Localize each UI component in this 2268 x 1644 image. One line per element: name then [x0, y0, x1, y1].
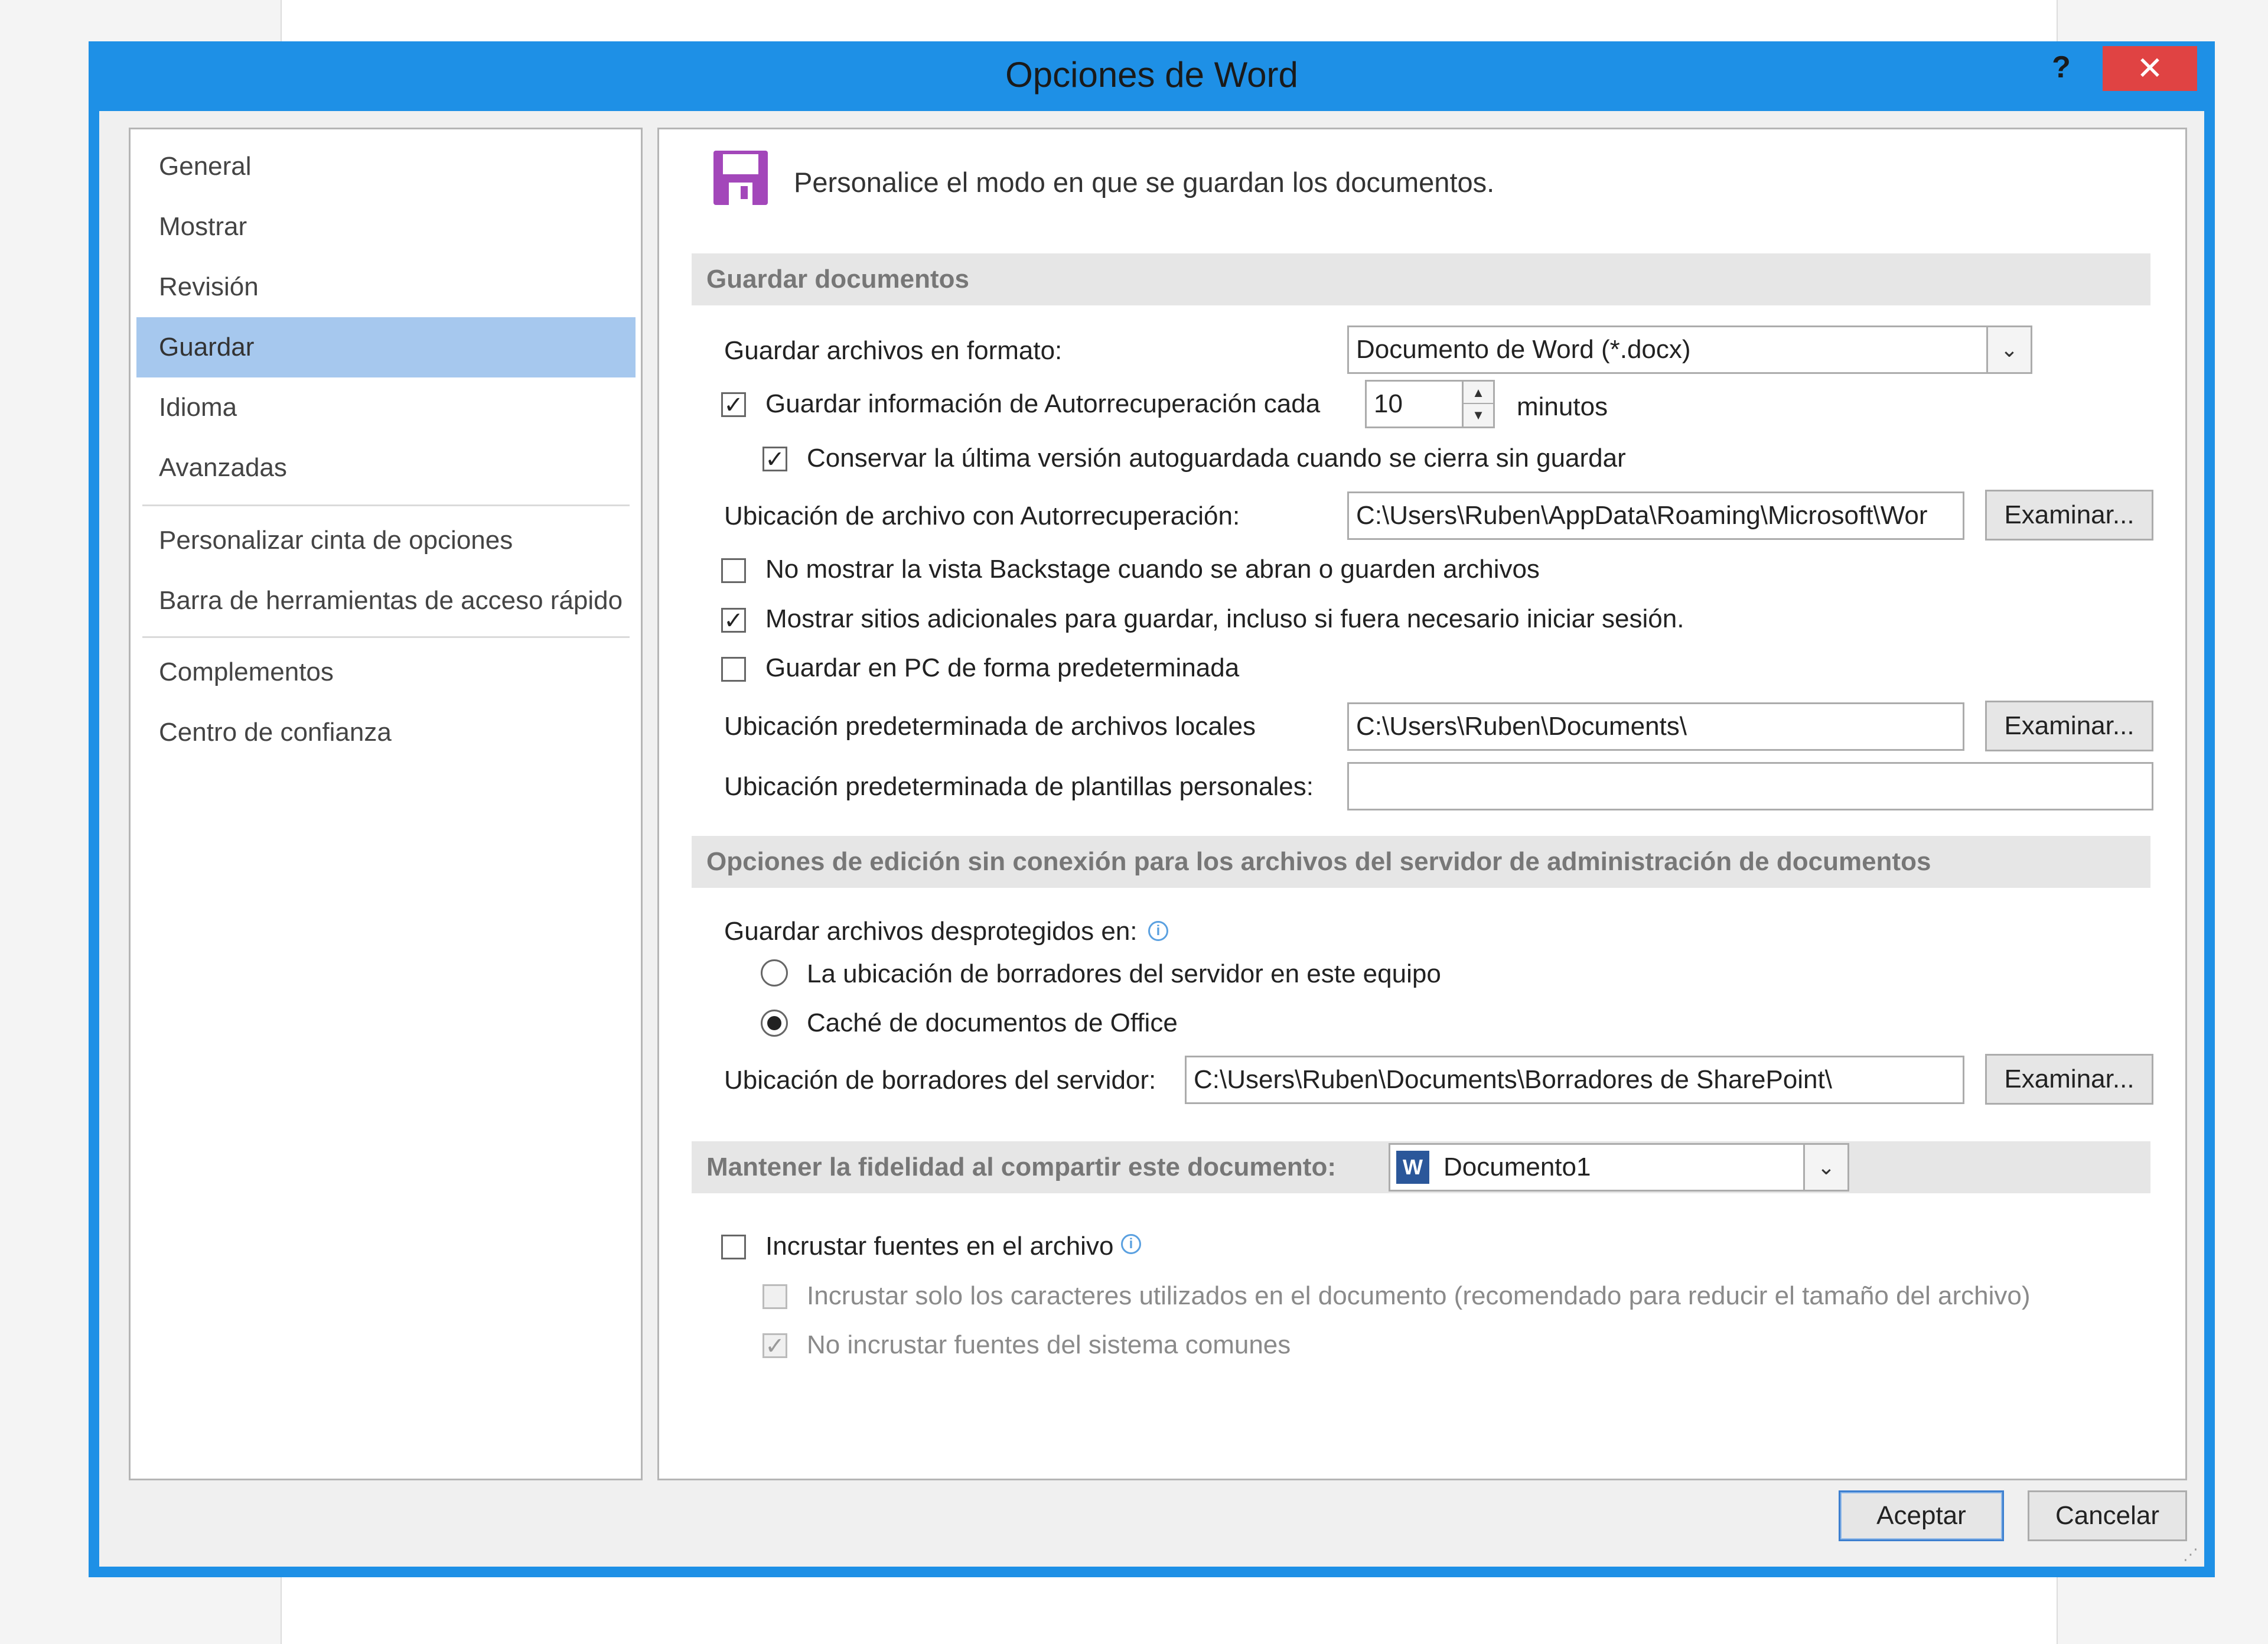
- radio-server-drafts[interactable]: [761, 959, 788, 987]
- local-location-value: C:\Users\Ruben\Documents\: [1356, 712, 1687, 741]
- nav-separator: [142, 636, 630, 638]
- drafts-location-value: C:\Users\Ruben\Documents\Borradores de S…: [1194, 1065, 1832, 1094]
- info-icon[interactable]: i: [1148, 921, 1168, 941]
- embed-used-chars-checkbox[interactable]: [762, 1284, 787, 1309]
- show-sites-label: Mostrar sitios adicionales para guardar,…: [765, 604, 1684, 633]
- cancel-button[interactable]: Cancelar: [2028, 1490, 2187, 1541]
- category-nav: General Mostrar Revisión Guardar Idioma …: [129, 128, 643, 1480]
- show-sites-checkbox[interactable]: ✓: [721, 608, 746, 633]
- spin-down-icon[interactable]: ▼: [1464, 404, 1493, 427]
- autorecover-minutes-input[interactable]: 10 ▲ ▼: [1365, 380, 1495, 428]
- embed-fonts-label: Incrustar fuentes en el archivo: [765, 1232, 1114, 1261]
- nav-item-idioma[interactable]: Idioma: [136, 377, 636, 438]
- keep-last-version-label: Conservar la última versión autoguardada…: [807, 444, 1626, 473]
- no-backstage-label: No mostrar la vista Backstage cuando se …: [765, 555, 1540, 584]
- minutes-spinner[interactable]: ▲ ▼: [1462, 382, 1493, 427]
- drafts-location-label: Ubicación de borradores del servidor:: [724, 1066, 1156, 1095]
- templates-location-label: Ubicación predeterminada de plantillas p…: [724, 772, 1314, 801]
- nav-separator: [142, 504, 630, 506]
- help-button[interactable]: ?: [2044, 50, 2079, 91]
- fidelity-title: Mantener la fidelidad al compartir este …: [706, 1153, 1336, 1181]
- autorecover-minutes-value: 10: [1374, 389, 1403, 418]
- info-icon[interactable]: i: [1121, 1234, 1141, 1254]
- floppy-disk-icon: [713, 151, 768, 205]
- fidelity-document-value: Documento1: [1443, 1153, 1591, 1181]
- keep-last-version-checkbox[interactable]: ✓: [762, 447, 787, 471]
- format-dropdown[interactable]: Documento de Word (*.docx) ⌄: [1347, 325, 2032, 374]
- radio-office-cache[interactable]: [761, 1010, 788, 1037]
- nav-item-quick-access[interactable]: Barra de herramientas de acceso rápido: [136, 571, 636, 631]
- nav-item-general[interactable]: General: [136, 136, 636, 197]
- panel-header-text: Personalice el modo en que se guardan lo…: [794, 167, 1495, 198]
- spin-up-icon[interactable]: ▲: [1464, 382, 1493, 404]
- nav-item-complementos[interactable]: Complementos: [136, 642, 636, 702]
- nav-item-guardar[interactable]: Guardar: [136, 317, 636, 377]
- no-backstage-checkbox[interactable]: [721, 558, 746, 583]
- no-system-fonts-checkbox[interactable]: ✓: [762, 1333, 787, 1358]
- window-title: Opciones de Word: [1005, 55, 1298, 95]
- section-save-documents: Guardar documentos: [692, 253, 2150, 305]
- save-pc-label: Guardar en PC de forma predeterminada: [765, 653, 1240, 682]
- radio-server-drafts-label: La ubicación de borradores del servidor …: [807, 959, 1441, 988]
- word-options-dialog: Opciones de Word ? ✕ General Mostrar Rev…: [89, 41, 2215, 1577]
- close-button[interactable]: ✕: [2103, 46, 2197, 91]
- drafts-location-input[interactable]: C:\Users\Ruben\Documents\Borradores de S…: [1185, 1056, 1964, 1104]
- nav-item-ribbon[interactable]: Personalizar cinta de opciones: [136, 510, 636, 571]
- ok-button[interactable]: Aceptar: [1839, 1490, 2004, 1541]
- autorecover-location-value: C:\Users\Ruben\AppData\Roaming\Microsoft…: [1356, 501, 1928, 530]
- embed-used-chars-label: Incrustar solo los caracteres utilizados…: [807, 1281, 2031, 1310]
- nav-item-trust-center[interactable]: Centro de confianza: [136, 702, 636, 763]
- local-location-input[interactable]: C:\Users\Ruben\Documents\: [1347, 702, 1964, 751]
- autorecover-location-input[interactable]: C:\Users\Ruben\AppData\Roaming\Microsoft…: [1347, 491, 1964, 540]
- browse-autorecover-button[interactable]: Examinar...: [1985, 490, 2153, 541]
- word-document-icon: W: [1396, 1151, 1429, 1184]
- section-offline-editing: Opciones de edición sin conexión para lo…: [692, 836, 2150, 888]
- autorecover-checkbox[interactable]: ✓: [721, 392, 746, 417]
- nav-item-revision[interactable]: Revisión: [136, 257, 636, 317]
- radio-office-cache-label: Caché de documentos de Office: [807, 1008, 1178, 1037]
- chevron-down-icon[interactable]: ⌄: [1803, 1145, 1847, 1190]
- save-pc-checkbox[interactable]: [721, 657, 746, 682]
- format-value: Documento de Word (*.docx): [1356, 335, 1691, 364]
- autorecover-label: Guardar información de Autorrecuperación…: [765, 389, 1321, 418]
- templates-location-input[interactable]: [1347, 762, 2153, 810]
- nav-item-avanzadas[interactable]: Avanzadas: [136, 438, 636, 498]
- no-system-fonts-label: No incrustar fuentes del sistema comunes: [807, 1330, 1291, 1359]
- fidelity-document-dropdown[interactable]: W Documento1 ⌄: [1389, 1143, 1849, 1192]
- browse-drafts-button[interactable]: Examinar...: [1985, 1054, 2153, 1105]
- title-bar[interactable]: Opciones de Word ? ✕: [89, 41, 2215, 111]
- local-location-label: Ubicación predeterminada de archivos loc…: [724, 712, 1256, 741]
- checkout-label: Guardar archivos desprotegidos en:: [724, 917, 1138, 946]
- format-label: Guardar archivos en formato:: [724, 336, 1063, 365]
- nav-item-mostrar[interactable]: Mostrar: [136, 197, 636, 257]
- radio-selected-dot: [767, 1016, 781, 1030]
- browse-local-button[interactable]: Examinar...: [1985, 701, 2153, 751]
- embed-fonts-checkbox[interactable]: [721, 1235, 746, 1259]
- minutes-label: minutos: [1517, 392, 1608, 421]
- resize-grip-icon[interactable]: ⋰: [2183, 1545, 2201, 1563]
- dialog-client-area: General Mostrar Revisión Guardar Idioma …: [99, 111, 2204, 1567]
- autorecover-location-label: Ubicación de archivo con Autorrecuperaci…: [724, 502, 1240, 530]
- save-options-panel: Personalice el modo en que se guardan lo…: [657, 128, 2187, 1480]
- chevron-down-icon[interactable]: ⌄: [1986, 327, 2031, 372]
